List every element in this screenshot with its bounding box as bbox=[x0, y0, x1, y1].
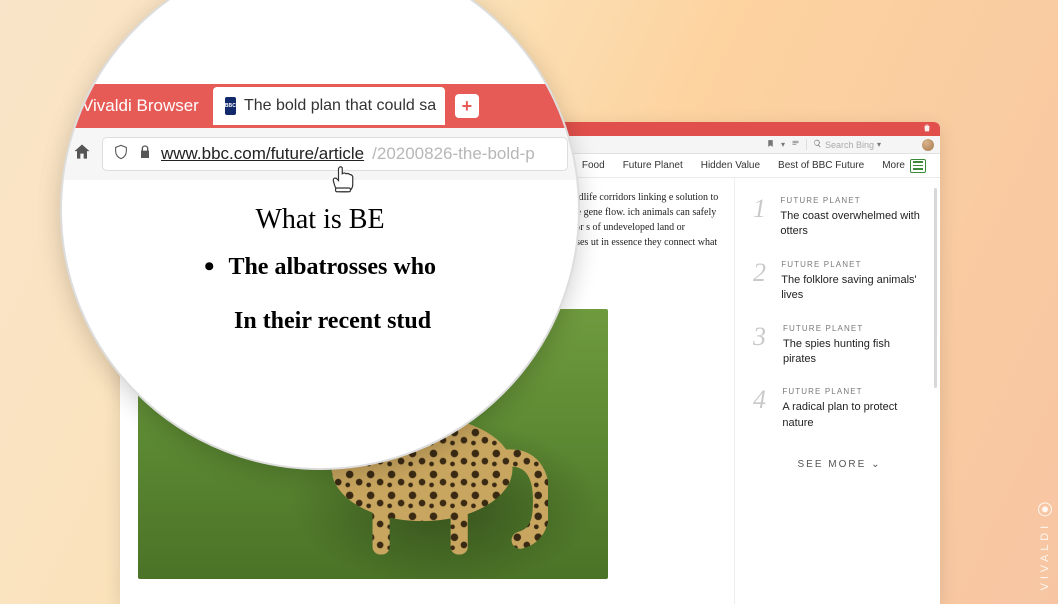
nav-item-future-planet[interactable]: Future Planet bbox=[623, 160, 683, 171]
see-more-button[interactable]: SEE MORE ⌄ bbox=[753, 451, 926, 474]
search-placeholder: Search Bing bbox=[825, 140, 874, 150]
trending-item-2[interactable]: 2 FUTURE PLANET The folklore saving anim… bbox=[753, 260, 926, 304]
magnifier-lens: Vivaldi Browser BBC The bold plan that c… bbox=[60, 0, 580, 470]
cursor-pointer-icon bbox=[330, 164, 356, 194]
reader-icon[interactable] bbox=[791, 139, 800, 150]
nav-item-best-of[interactable]: Best of BBC Future bbox=[778, 160, 864, 171]
lens-bullet-text: The albatrosses who bbox=[228, 254, 436, 281]
vivaldi-logo-icon bbox=[1038, 502, 1052, 516]
tab-label: Vivaldi Browser bbox=[82, 96, 199, 116]
trending-item-1[interactable]: 1 FUTURE PLANET The coast overwhelmed wi… bbox=[753, 196, 926, 240]
watermark-text: VIVALDI bbox=[1039, 522, 1051, 590]
rank-number: 1 bbox=[753, 196, 768, 240]
search-icon bbox=[813, 139, 822, 150]
nav-item-food[interactable]: Food bbox=[582, 160, 605, 171]
search-caret-icon[interactable]: ▾ bbox=[877, 140, 881, 149]
lens-url-row: www.bbc.com/future/article/20200826-the-… bbox=[62, 128, 578, 180]
trending-item-3[interactable]: 3 FUTURE PLANET The spies hunting fish p… bbox=[753, 324, 926, 368]
trending-title: The folklore saving animals' lives bbox=[781, 273, 926, 304]
bbc-favicon-icon: BBC bbox=[225, 97, 236, 115]
trending-section-label: FUTURE PLANET bbox=[780, 196, 926, 205]
trash-icon[interactable] bbox=[922, 122, 932, 138]
url-path: /20200826-the-bold-p bbox=[372, 144, 535, 164]
search-field[interactable]: Search Bing ▾ bbox=[806, 139, 916, 150]
trending-title: A radical plan to protect nature bbox=[782, 400, 926, 431]
hamburger-icon bbox=[910, 159, 926, 173]
trending-section-label: FUTURE PLANET bbox=[782, 387, 926, 396]
lens-heading: What is BE bbox=[62, 204, 578, 236]
tab-label: The bold plan that could sa bbox=[244, 97, 436, 115]
bookmark-icon[interactable] bbox=[766, 139, 775, 150]
nav-more[interactable]: More bbox=[882, 159, 926, 173]
rank-number: 2 bbox=[753, 260, 769, 304]
tab-active[interactable]: BBC The bold plan that could sa bbox=[213, 87, 445, 125]
url-domain: www.bbc.com/future/article bbox=[161, 144, 364, 164]
trending-section-label: FUTURE PLANET bbox=[783, 324, 926, 333]
lens-page-body: What is BE The albatrosses who In their … bbox=[62, 180, 578, 468]
lens-tab-strip: Vivaldi Browser BBC The bold plan that c… bbox=[62, 84, 578, 128]
dropdown-caret-icon[interactable]: ▾ bbox=[781, 140, 785, 149]
lock-icon bbox=[137, 144, 153, 165]
avatar[interactable] bbox=[922, 139, 934, 151]
nav-more-label: More bbox=[882, 160, 905, 171]
shield-icon bbox=[113, 144, 129, 165]
rank-number: 3 bbox=[753, 324, 771, 368]
trending-item-4[interactable]: 4 FUTURE PLANET A radical plan to protec… bbox=[753, 387, 926, 431]
chevron-down-icon: ⌄ bbox=[871, 459, 881, 470]
trending-section-label: FUTURE PLANET bbox=[781, 260, 926, 269]
rank-number: 4 bbox=[753, 387, 770, 431]
nav-item-hidden-value[interactable]: Hidden Value bbox=[701, 160, 760, 171]
new-tab-button[interactable]: + bbox=[455, 94, 479, 118]
vivaldi-watermark: VIVALDI bbox=[1038, 502, 1052, 590]
trending-title: The spies hunting fish pirates bbox=[783, 337, 926, 368]
tab-vivaldi[interactable]: Vivaldi Browser bbox=[70, 87, 211, 125]
lens-bullet: The albatrosses who bbox=[62, 250, 578, 284]
trending-sidebar: 1 FUTURE PLANET The coast overwhelmed wi… bbox=[734, 178, 940, 604]
see-more-label: SEE MORE bbox=[798, 459, 867, 470]
trending-title: The coast overwhelmed with otters bbox=[780, 209, 926, 240]
lens-subline: In their recent stud bbox=[234, 308, 578, 335]
home-icon[interactable] bbox=[72, 142, 92, 167]
